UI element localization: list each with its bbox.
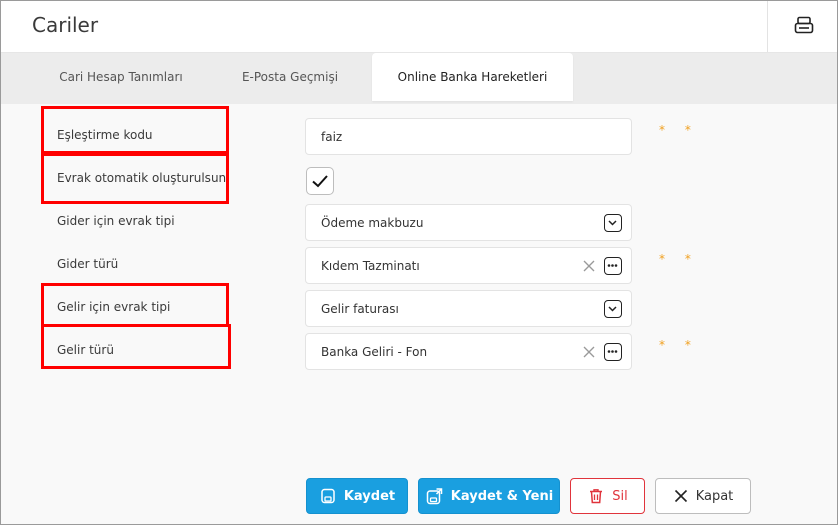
income-type-value: Banka Geliri - Fon (321, 345, 428, 359)
matching-code-input[interactable]: faiz (305, 118, 632, 155)
chevron-down-icon[interactable] (604, 300, 622, 318)
auto-create-doc-checkbox[interactable] (306, 167, 334, 195)
income-doc-type-select[interactable]: Gelir faturası (305, 290, 632, 327)
highlight-box-auto-create (41, 153, 229, 204)
save-and-new-button-label: Kaydet & Yeni (450, 488, 554, 504)
printer-icon[interactable] (793, 15, 815, 37)
save-and-new-button[interactable]: Kaydet & Yeni (418, 478, 560, 514)
income-doc-type-value: Gelir faturası (321, 302, 399, 316)
clear-icon[interactable] (583, 346, 595, 358)
expense-doc-type-value: Ödeme makbuzu (321, 216, 424, 230)
required-mark: * * (659, 123, 699, 137)
tab-bar: Cari Hesap Tanımları E-Posta Geçmişi Onl… (1, 53, 837, 104)
highlight-box-matching-code (41, 106, 229, 154)
save-button[interactable]: Kaydet (306, 478, 408, 514)
more-options-icon[interactable] (604, 343, 622, 361)
save-icon (321, 488, 335, 504)
trash-icon (590, 489, 603, 504)
chevron-down-icon[interactable] (604, 214, 622, 232)
expense-doc-type-select[interactable]: Ödeme makbuzu (305, 204, 632, 241)
expense-doc-type-label: Gider için evrak tipi (57, 214, 175, 228)
income-type-lookup[interactable]: Banka Geliri - Fon (305, 333, 632, 370)
cariler-window: Cariler Cari Hesap Tanımları E-Posta Geç… (0, 0, 838, 525)
checkmark-icon (312, 175, 328, 188)
clear-icon[interactable] (583, 260, 595, 272)
matching-code-value: faiz (321, 130, 343, 144)
delete-button[interactable]: Sil (570, 478, 645, 514)
close-button-label: Kapat (695, 488, 734, 504)
save-new-icon (426, 487, 443, 504)
window-header: Cariler (1, 1, 837, 53)
close-icon (674, 489, 687, 503)
tab-e-posta-gecmisi[interactable]: E-Posta Geçmişi (216, 53, 364, 101)
save-button-label: Kaydet (343, 488, 396, 504)
expense-type-value: Kıdem Tazminatı (321, 259, 420, 273)
tab-online-banka-hareketleri[interactable]: Online Banka Hareketleri (372, 53, 573, 101)
required-mark: * * (659, 252, 699, 266)
header-separator (767, 1, 768, 52)
window-title: Cariler (32, 13, 99, 37)
close-button[interactable]: Kapat (655, 478, 751, 514)
highlight-box-income-type (41, 324, 231, 369)
tab-cari-hesap-tanimlari[interactable]: Cari Hesap Tanımları (41, 53, 201, 101)
delete-button-label: Sil (612, 488, 628, 504)
expense-type-lookup[interactable]: Kıdem Tazminatı (305, 247, 632, 284)
required-mark: * * (659, 338, 699, 352)
highlight-box-income-doc-type (41, 283, 229, 327)
expense-type-label: Gider türü (57, 257, 119, 271)
more-options-icon[interactable] (604, 257, 622, 275)
